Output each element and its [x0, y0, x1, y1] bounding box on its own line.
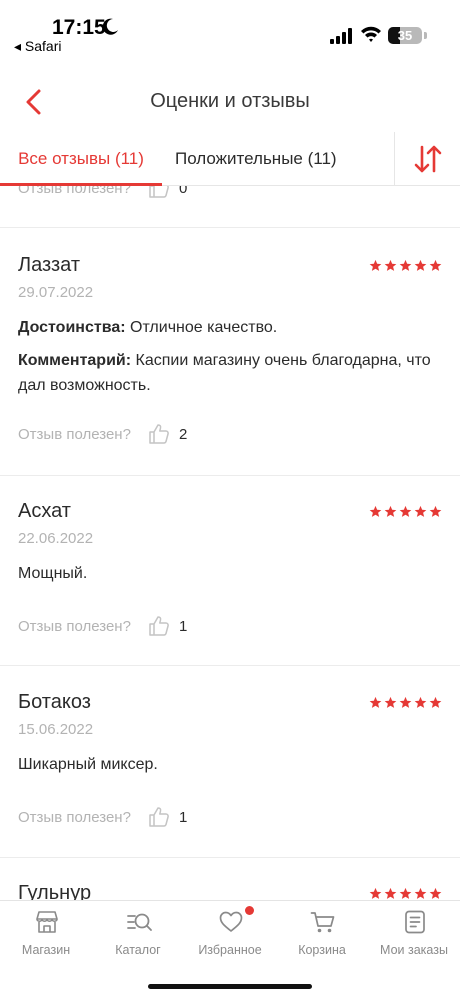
thumbs-up-icon[interactable] — [147, 422, 171, 446]
helpful-count: 1 — [179, 809, 188, 826]
helpful-label: Отзыв полезен? — [18, 809, 131, 826]
page-title: Оценки и отзывы — [150, 90, 310, 112]
review-item-partial: Отзыв полезен? 0 — [0, 186, 460, 228]
battery-indicator: 35 — [388, 27, 422, 44]
battery-tip — [424, 32, 427, 39]
nav-item-orders[interactable]: Мои заказы — [368, 901, 460, 971]
cellular-signal-icon — [330, 28, 352, 44]
nav-item-catalog[interactable]: Каталог — [92, 901, 184, 971]
status-bar: 17:15 ◂ Safari 35 — [0, 0, 460, 60]
active-tab-underline — [0, 183, 162, 186]
comment-label: Комментарий: — [18, 352, 132, 369]
moon-icon — [102, 18, 118, 35]
pros-text: Отличное качество. — [125, 319, 278, 336]
review-text: Мощный. — [18, 565, 88, 582]
helpful-count: 0 — [179, 186, 188, 197]
review-text: Шикарный миксер. — [18, 756, 158, 773]
header: Оценки и отзывы — [0, 72, 460, 132]
review-date: 22.06.2022 — [18, 530, 94, 547]
star-icon — [369, 696, 382, 708]
star-icon — [384, 696, 397, 708]
status-time: 17:15 — [52, 16, 106, 39]
reviewer-name: Гульнур — [18, 882, 92, 900]
thumbs-up-icon[interactable] — [147, 614, 171, 638]
star-icon — [369, 505, 382, 517]
star-icon — [414, 259, 427, 271]
helpful-count: 1 — [179, 618, 188, 635]
reviewer-name: Асхат — [18, 500, 71, 522]
star-icon — [399, 696, 412, 708]
review-item: Асхат 22.06.2022 Мощный. Отзыв полезен? … — [0, 476, 460, 666]
helpful-count: 2 — [179, 426, 188, 443]
star-icon — [414, 505, 427, 517]
wifi-icon — [361, 26, 381, 42]
star-icon — [369, 887, 382, 899]
home-indicator[interactable] — [148, 984, 312, 989]
heart-icon — [219, 911, 243, 932]
shop-icon — [36, 911, 58, 933]
nav-label: Мои заказы — [380, 943, 448, 957]
star-icon — [399, 505, 412, 517]
star-rating — [369, 696, 442, 709]
star-icon — [384, 887, 397, 899]
cart-icon — [310, 912, 335, 933]
star-icon — [399, 887, 412, 899]
nav-label: Магазин — [21, 943, 71, 957]
nav-label: Каталог — [115, 943, 161, 957]
sort-arrows-icon — [414, 145, 442, 173]
reviewer-name: Ботакоз — [18, 691, 91, 713]
star-icon — [429, 505, 442, 517]
back-to-safari-link[interactable]: ◂ Safari — [14, 38, 62, 55]
star-icon — [384, 505, 397, 517]
reviewer-name: Лаззат — [18, 254, 80, 276]
review-item: Гульнур — [0, 858, 460, 900]
star-icon — [414, 696, 427, 708]
thumbs-up-icon[interactable] — [147, 805, 171, 829]
star-icon — [429, 696, 442, 708]
star-icon — [414, 887, 427, 899]
helpful-label: Отзыв полезен? — [18, 426, 131, 443]
orders-icon — [405, 910, 425, 934]
helpful-label: Отзыв полезен? — [18, 618, 131, 635]
review-item: Лаззат 29.07.2022 Достоинства: Отличное … — [0, 228, 460, 476]
tab-positive-reviews[interactable]: Положительные (11) — [175, 132, 337, 186]
thumbs-up-icon[interactable] — [147, 186, 171, 200]
review-comment: Комментарий: Каспии магазину очень благо… — [18, 348, 438, 398]
nav-item-shop[interactable]: Магазин — [0, 901, 92, 971]
star-icon — [384, 259, 397, 271]
nav-label: Корзина — [298, 943, 346, 957]
notification-badge — [245, 906, 254, 915]
nav-label: Избранное — [198, 943, 262, 957]
tab-all-reviews[interactable]: Все отзывы (11) — [0, 132, 162, 186]
review-item: Ботакоз 15.06.2022 Шикарный миксер. Отзы… — [0, 666, 460, 858]
star-icon — [429, 887, 442, 899]
catalog-search-icon — [127, 913, 152, 931]
review-tabs: Все отзывы (11) Положительные (11) — [0, 132, 460, 186]
star-rating — [369, 887, 442, 900]
sort-button[interactable] — [394, 132, 460, 186]
star-rating — [369, 259, 442, 272]
nav-item-favorites[interactable]: Избранное — [184, 901, 276, 971]
reviews-list[interactable]: Отзыв полезен? 0 Лаззат 29.07.2022 Досто… — [0, 186, 460, 900]
review-pros: Достоинства: Отличное качество. — [18, 315, 438, 340]
battery-percent: 35 — [397, 28, 413, 43]
star-icon — [429, 259, 442, 271]
star-icon — [399, 259, 412, 271]
helpful-label: Отзыв полезен? — [18, 186, 131, 197]
star-rating — [369, 505, 442, 518]
review-date: 29.07.2022 — [18, 284, 94, 301]
star-icon — [369, 259, 382, 271]
review-date: 15.06.2022 — [18, 721, 94, 738]
nav-item-cart[interactable]: Корзина — [276, 901, 368, 971]
pros-label: Достоинства: — [18, 319, 126, 336]
